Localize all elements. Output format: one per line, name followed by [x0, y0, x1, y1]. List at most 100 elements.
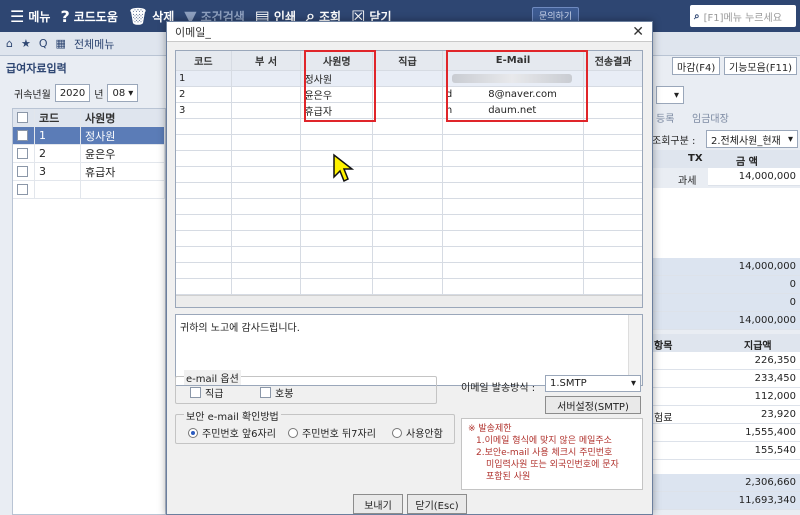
lookup-select[interactable]: 2.전체사원_현재 ▾: [706, 130, 798, 148]
header-code: 코드: [176, 51, 232, 70]
trash-icon: 🗑: [127, 6, 149, 26]
lookup-label: 조회구분 :: [652, 136, 696, 147]
row-checkbox[interactable]: [17, 166, 28, 177]
table-row[interactable]: [176, 215, 642, 231]
radio-button[interactable]: [392, 427, 402, 438]
star-icon[interactable]: ★: [21, 37, 31, 50]
title-option[interactable]: 호봉: [260, 385, 293, 400]
period-filter: 귀속년월 2020 년 08 ▾: [14, 84, 139, 102]
question-icon: ?: [60, 6, 70, 26]
deduction-blank-area: [652, 460, 800, 474]
total-cell: 14,000,000: [652, 258, 800, 276]
taxable-label: 과세: [678, 176, 697, 187]
send-restriction-notice: ※ 발송제한 1.이메일 형식에 맞지 않은 메일주소 2.보안e-mail 사…: [461, 418, 643, 490]
table-row[interactable]: [176, 167, 642, 183]
deduction-cell: 226,350: [652, 352, 800, 370]
table-row[interactable]: [176, 279, 642, 295]
month-select[interactable]: 08 ▾: [107, 84, 139, 102]
table-row[interactable]: [176, 151, 642, 167]
amount-cell: 14,000,000: [708, 168, 800, 186]
deduction-cell: 155,540: [652, 442, 800, 460]
highlight-email-column: [446, 50, 588, 122]
period-label: 귀속년월: [14, 89, 51, 101]
deduction-label: 험료: [654, 413, 673, 424]
table-row[interactable]: 3 휴급자: [13, 163, 165, 181]
method-select[interactable]: 1.SMTP ▾: [545, 375, 641, 392]
table-row[interactable]: [176, 231, 642, 247]
secure-email-group: 보안 e-mail 확인방법 주민번호 앞6자리 주민번호 뒤7자리 사용안함: [175, 408, 455, 444]
table-row[interactable]: 1 정사원: [13, 127, 165, 145]
close-button[interactable]: 닫기(Esc): [407, 494, 467, 514]
deduction-total-cell: 2,306,660: [652, 474, 800, 492]
table-row[interactable]: [176, 263, 642, 279]
total-cell: 0: [652, 294, 800, 312]
chevron-down-icon: ▾: [630, 378, 636, 389]
table-row[interactable]: [13, 181, 165, 199]
payroll-detail-panel: 마감(F4) 기능모음(F11) ▾ 등록 임금대장 조회구분 : 2.전체사원…: [652, 56, 800, 515]
deduction-cell: 23,920: [652, 406, 800, 424]
radio-jumin-front[interactable]: 주민번호 앞6자리: [188, 425, 276, 440]
table-row[interactable]: [176, 199, 642, 215]
send-button[interactable]: 보내기: [353, 494, 403, 514]
amount-table-header: TX 금 액: [652, 150, 800, 168]
year-input[interactable]: 2020: [54, 84, 91, 102]
page-title: 급여자료입력: [6, 62, 67, 75]
row-checkbox[interactable]: [17, 184, 28, 195]
server-settings-button[interactable]: 서버설정(SMTP): [545, 396, 641, 414]
header-send-result: 전송결과: [594, 57, 632, 68]
chevron-down-icon: ▾: [787, 133, 793, 145]
dialog-title-bar: 이메일_ ✕: [167, 22, 652, 42]
rank-option[interactable]: 직급: [190, 385, 223, 400]
deadline-button[interactable]: 마감(F4): [672, 57, 721, 75]
header-name: 사원명: [81, 109, 165, 126]
code-help-button[interactable]: ? 코드도움: [60, 7, 117, 26]
employee-grid: 코드 사원명 1 정사원 2 윤은우 3 휴급자: [12, 108, 166, 515]
header-dept: 부 서: [232, 51, 302, 70]
radio-none[interactable]: 사용안함: [392, 425, 443, 440]
email-options-group: e-mail 옵션 직급 호봉: [175, 370, 437, 404]
dropdown-fragment[interactable]: ▾: [656, 86, 684, 104]
title-checkbox[interactable]: [260, 387, 271, 398]
table-row[interactable]: [176, 183, 642, 199]
year-unit: 년: [94, 89, 104, 101]
row-checkbox[interactable]: [17, 148, 28, 159]
search-icon[interactable]: Q: [39, 37, 48, 50]
deduction-cell: 233,450: [652, 370, 800, 388]
home-icon[interactable]: ⌂: [6, 37, 13, 50]
deduction-cell: 1,555,400: [652, 424, 800, 442]
net-pay-cell: 11,693,340: [652, 492, 800, 510]
header-code: 코드: [35, 109, 81, 126]
table-header: 코드 사원명: [13, 109, 165, 127]
total-cell: 0: [652, 276, 800, 294]
amount-blank-area: [652, 188, 800, 258]
radio-jumin-back[interactable]: 주민번호 뒤7자리: [288, 425, 376, 440]
table-row[interactable]: [176, 135, 642, 151]
row-checkbox[interactable]: [17, 130, 28, 141]
mouse-cursor-icon: [333, 153, 354, 183]
tab-register[interactable]: 등록: [656, 110, 674, 125]
tab-wage-ledger[interactable]: 임금대장: [692, 110, 729, 125]
radio-button[interactable]: [188, 427, 198, 438]
menu-search-input[interactable]: ⌕ [F1]메뉴 누르세요: [690, 5, 796, 27]
search-icon: ⌕: [694, 10, 700, 22]
deduction-table-header: 항목 지급액: [652, 334, 800, 352]
horizontal-scrollbar[interactable]: [176, 295, 642, 307]
email-dialog: 이메일_ ✕ 코드 부 서 사원명 직급 E-Mail 전송결과 1 정사원 2…: [166, 21, 653, 515]
select-all-checkbox[interactable]: [17, 112, 28, 123]
chevron-down-icon: ▾: [673, 89, 679, 101]
rank-checkbox[interactable]: [190, 387, 201, 398]
table-row[interactable]: 2 윤은우: [13, 145, 165, 163]
header-rank: 직급: [373, 51, 443, 70]
dialog-title: 이메일_: [175, 25, 211, 39]
close-icon[interactable]: ✕: [632, 24, 644, 40]
deduction-cell: 112,000: [652, 388, 800, 406]
method-label: 이메일 발송방식 :: [461, 383, 536, 394]
features-button[interactable]: 기능모음(F11): [724, 57, 798, 75]
menu-grid-icon[interactable]: ▦: [56, 37, 66, 50]
chevron-down-icon: ▾: [128, 87, 134, 99]
menu-button[interactable]: ☰ 메뉴: [10, 7, 50, 26]
radio-button[interactable]: [288, 427, 298, 438]
hamburger-icon: ☰: [10, 6, 25, 26]
all-menu-link[interactable]: 전체메뉴: [74, 36, 114, 52]
table-row[interactable]: [176, 247, 642, 263]
